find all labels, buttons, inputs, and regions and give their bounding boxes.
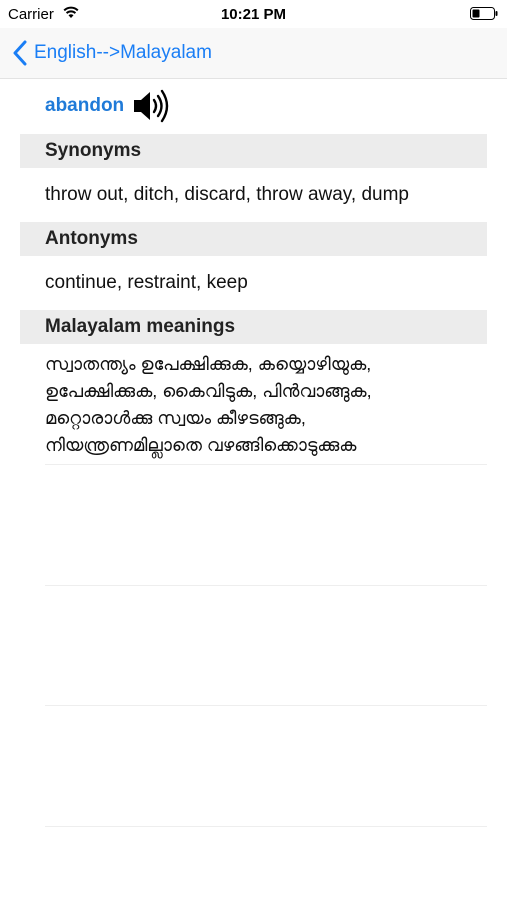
back-button[interactable]: English-->Malayalam (12, 38, 212, 68)
navigation-bar: English-->Malayalam (0, 28, 507, 79)
row-separator (45, 464, 487, 465)
row-separator (45, 585, 487, 586)
meaning-line: മറ്റൊരാൾക്കു സ്വയം കീഴടങ്ങുക, (45, 408, 306, 428)
battery-icon (470, 7, 498, 20)
clock: 10:21 PM (220, 6, 287, 23)
synonyms-header: Synonyms (20, 134, 487, 168)
speaker-icon[interactable] (132, 87, 172, 125)
synonyms-text: throw out, ditch, discard, throw away, d… (45, 184, 409, 205)
meaning-line: നിയന്ത്രണമില്ലാതെ വഴങ്ങിക്കൊടുക്കുക (45, 435, 357, 455)
antonyms-header: Antonyms (20, 222, 487, 256)
antonyms-text: continue, restraint, keep (45, 272, 248, 293)
back-button-label: English-->Malayalam (34, 42, 212, 63)
chevron-left-icon (13, 40, 27, 66)
malayalam-meanings-text: സ്വാതന്ത്യം ഉപേക്ഷിക്കുക, കയ്യൊഴിയുക, ഉപ… (45, 351, 485, 459)
headword: abandon (45, 95, 125, 116)
row-separator (45, 705, 487, 706)
malayalam-meanings-header: Malayalam meanings (20, 310, 487, 344)
status-bar: Carrier 10:21 PM (0, 0, 507, 28)
meaning-line: സ്വാതന്ത്യം ഉപേക്ഷിക്കുക, കയ്യൊഴിയുക, (45, 354, 372, 374)
word-row: abandon (45, 86, 172, 126)
row-separator (45, 826, 487, 827)
meaning-line: ഉപേക്ഷിക്കുക, കൈവിടുക, പിൻവാങ്ങുക, (45, 381, 372, 401)
